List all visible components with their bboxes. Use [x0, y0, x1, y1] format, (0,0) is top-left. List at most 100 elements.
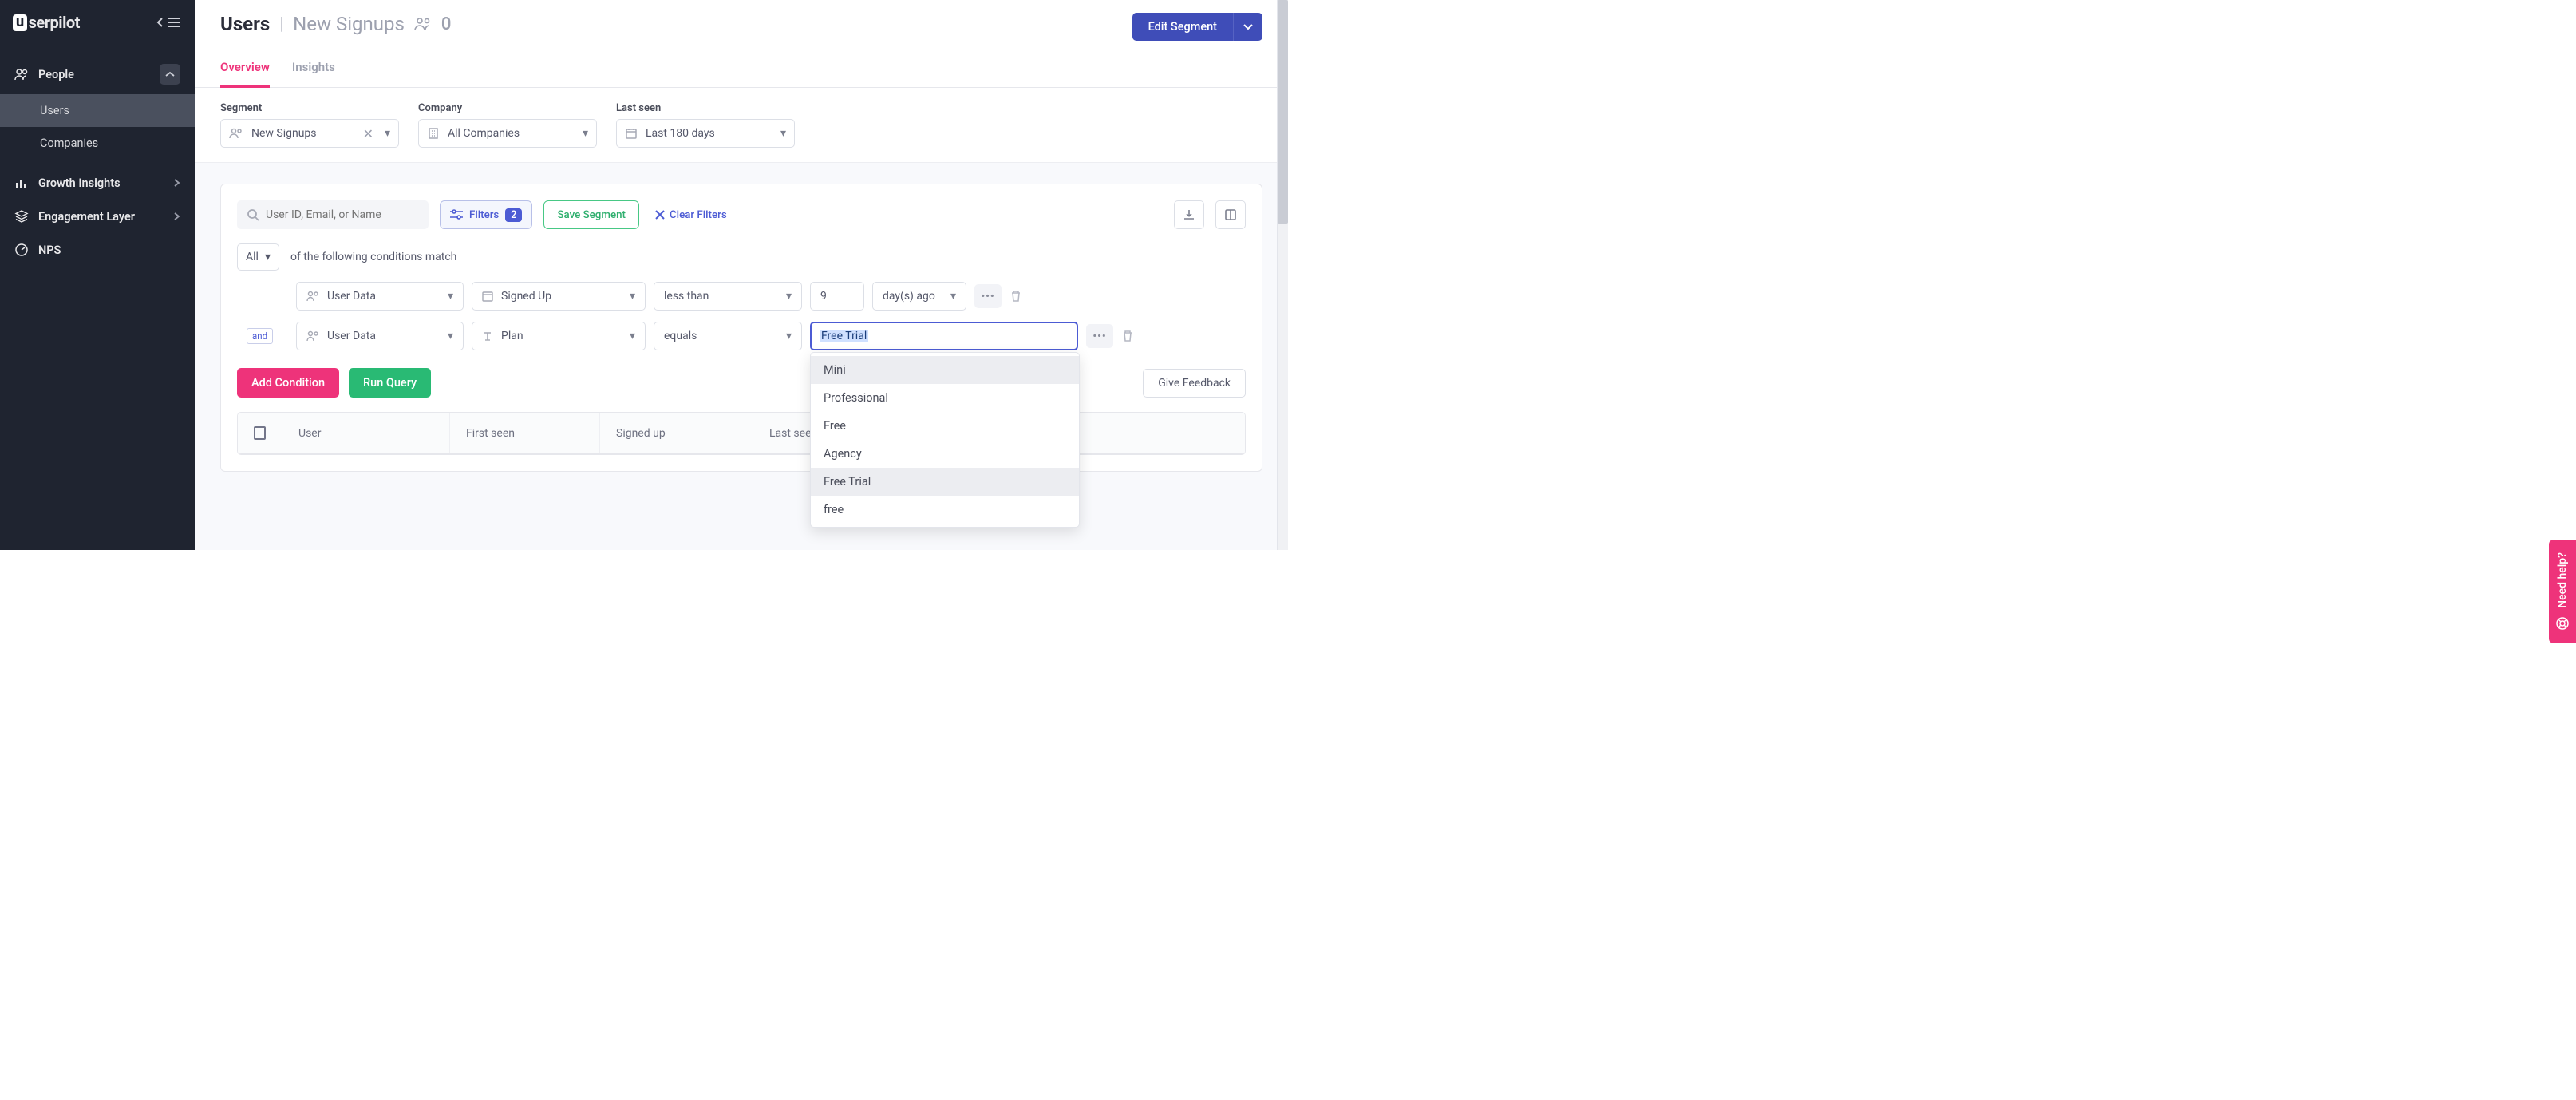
filter-bar: Segment New Signups ✕ ▾ Company All Comp…: [195, 88, 1288, 163]
dropdown-option-free-trial[interactable]: Free Trial: [811, 468, 1079, 496]
dropdown-option-mini[interactable]: Mini: [811, 356, 1079, 384]
rule-type-select[interactable]: User Data ▾: [296, 282, 464, 311]
results-table: User First seen Signed up Last seen: [237, 412, 1246, 455]
delete-rule-button[interactable]: [1009, 290, 1022, 303]
search-input-wrapper[interactable]: [237, 200, 429, 229]
give-feedback-button[interactable]: Give Feedback: [1143, 369, 1246, 398]
sidebar-item-companies[interactable]: Companies: [0, 127, 195, 160]
sidebar-item-nps[interactable]: NPS: [0, 233, 195, 267]
rule-type-value: User Data: [327, 330, 376, 342]
filters-button[interactable]: Filters 2: [440, 200, 532, 229]
page-header: Users | New Signups 0 Edit Segment: [195, 0, 1288, 41]
checkbox-icon: [254, 426, 266, 440]
dropdown-option-free[interactable]: Free: [811, 412, 1079, 440]
gauge-icon: [14, 243, 29, 257]
dropdown-option-professional[interactable]: Professional: [811, 384, 1079, 412]
delete-rule-button[interactable]: [1121, 330, 1134, 342]
chevron-down-icon: [1243, 24, 1253, 30]
edit-segment-dropdown-button[interactable]: [1233, 13, 1262, 41]
rule-op-value: equals: [664, 330, 697, 342]
people-icon: [414, 16, 432, 32]
rule-field-select[interactable]: Signed Up ▾: [472, 282, 646, 311]
rule-more-button[interactable]: •••: [974, 284, 1002, 308]
text-icon: [482, 330, 493, 342]
filters-count-badge: 2: [505, 208, 522, 222]
col-signed-up[interactable]: Signed up: [600, 413, 753, 453]
rule-operator-select[interactable]: less than ▾: [654, 282, 802, 311]
lastseen-select[interactable]: Last 180 days ▾: [616, 119, 795, 148]
bar-chart-icon: [14, 176, 29, 190]
dropdown-option-agency[interactable]: Agency: [811, 440, 1079, 468]
help-tab[interactable]: Need help?: [2549, 540, 2576, 643]
download-icon: [1183, 208, 1195, 221]
sidebar-item-users[interactable]: Users: [0, 94, 195, 127]
caret-down-icon: ▾: [265, 251, 271, 263]
tab-overview[interactable]: Overview: [220, 60, 270, 88]
sidebar-item-growth-insights[interactable]: Growth Insights: [0, 166, 195, 200]
lifebuoy-icon: [2555, 616, 2570, 631]
rule-unit-select[interactable]: day(s) ago ▾: [872, 282, 966, 311]
rule-unit-value: day(s) ago: [883, 290, 935, 303]
collapse-sidebar-button[interactable]: [156, 17, 180, 28]
edit-segment-group: Edit Segment: [1132, 13, 1262, 41]
content-area: Filters 2 Save Segment Clear Filters: [195, 163, 1288, 550]
rule-type-value: User Data: [327, 290, 376, 303]
dropdown-option-free-lc[interactable]: free: [811, 496, 1079, 524]
company-select[interactable]: All Companies ▾: [418, 119, 597, 148]
sidebar-label-growth: Growth Insights: [38, 176, 121, 190]
people-icon: [14, 67, 29, 81]
sidebar-label-people: People: [38, 68, 74, 81]
segment-filter-label: Segment: [220, 102, 399, 114]
brand-logo: userpilot: [13, 13, 80, 32]
lastseen-value: Last 180 days: [646, 127, 772, 140]
segment-value: New Signups: [251, 127, 352, 140]
calendar-icon: [482, 291, 493, 302]
rule-field-select[interactable]: Plan ▾: [472, 322, 646, 350]
edit-segment-button[interactable]: Edit Segment: [1132, 13, 1233, 41]
rule-value-input[interactable]: 9: [810, 282, 864, 311]
layers-icon: [14, 209, 29, 224]
match-mode-select[interactable]: All ▾: [237, 243, 279, 271]
chevron-right-icon: [172, 211, 180, 222]
company-value: All Companies: [448, 127, 575, 140]
rule-operator-select[interactable]: equals ▾: [654, 322, 802, 350]
save-segment-button[interactable]: Save Segment: [543, 200, 639, 229]
caret-down-icon: ▾: [786, 290, 792, 303]
add-condition-button[interactable]: Add Condition: [237, 368, 339, 398]
rule-type-select[interactable]: User Data ▾: [296, 322, 464, 350]
caret-down-icon: ▾: [786, 330, 792, 342]
segment-select[interactable]: New Signups ✕ ▾: [220, 119, 399, 148]
columns-button[interactable]: [1215, 200, 1246, 229]
clear-filters-label: Clear Filters: [670, 209, 727, 221]
clear-segment-icon[interactable]: ✕: [360, 126, 377, 141]
sidebar-header: userpilot: [0, 0, 195, 48]
sidebar-label-engagement: Engagement Layer: [38, 210, 135, 224]
page-title: Users: [220, 13, 270, 35]
col-first-seen[interactable]: First seen: [450, 413, 600, 453]
col-user[interactable]: User: [282, 413, 450, 453]
match-text: of the following conditions match: [290, 251, 456, 263]
rule-field-value: Plan: [501, 330, 523, 342]
rule-more-button[interactable]: •••: [1086, 324, 1113, 348]
select-all-cell[interactable]: [238, 413, 282, 453]
caret-down-icon: ▾: [583, 127, 588, 140]
clear-filters-button[interactable]: Clear Filters: [650, 204, 732, 227]
rule-value-combobox[interactable]: Free Trial: [810, 322, 1078, 350]
scrollbar-thumb[interactable]: [1278, 0, 1288, 224]
filters-label: Filters: [469, 209, 499, 221]
lastseen-filter-label: Last seen: [616, 102, 795, 114]
sidebar-item-engagement-layer[interactable]: Engagement Layer: [0, 200, 195, 233]
caret-down-icon: ▾: [950, 290, 956, 303]
help-label: Need help?: [2556, 552, 2569, 608]
rule-value: 9: [820, 290, 827, 303]
vertical-scrollbar[interactable]: [1277, 0, 1288, 550]
tab-insights[interactable]: Insights: [292, 60, 335, 88]
rule-value-text: Free Trial: [820, 330, 868, 342]
actions-row: Add Condition Run Query Give Feedback: [237, 368, 1246, 398]
sidebar-item-people[interactable]: People: [0, 54, 195, 94]
download-button[interactable]: [1174, 200, 1204, 229]
search-input[interactable]: [266, 208, 419, 221]
match-mode-row: All ▾ of the following conditions match: [237, 243, 1246, 271]
caret-down-icon: ▾: [630, 290, 635, 303]
run-query-button[interactable]: Run Query: [349, 368, 431, 398]
